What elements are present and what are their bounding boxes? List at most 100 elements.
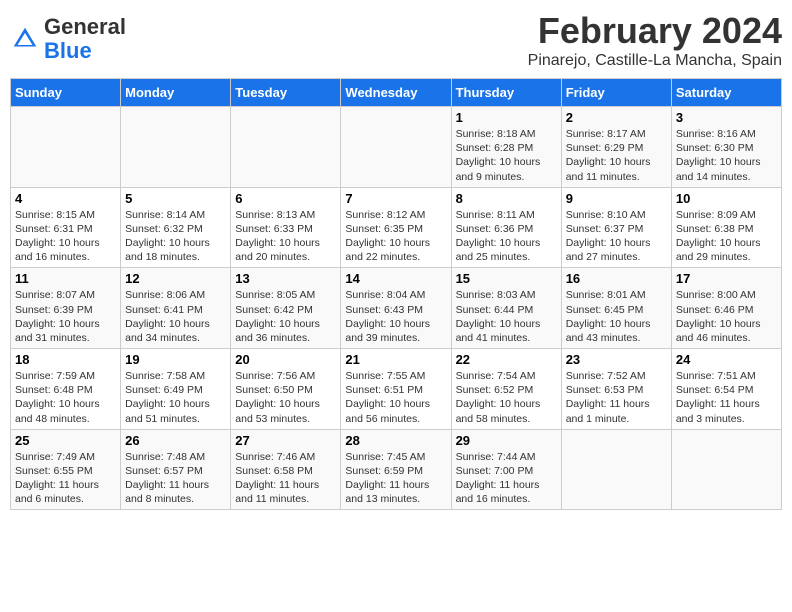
day-info: Sunrise: 7:45 AM Sunset: 6:59 PM Dayligh… xyxy=(345,450,446,507)
calendar-cell: 16 Sunrise: 8:01 AM Sunset: 6:45 PM Dayli… xyxy=(561,268,671,349)
calendar-cell: 19 Sunrise: 7:58 AM Sunset: 6:49 PM Dayli… xyxy=(121,349,231,430)
day-info: Sunrise: 8:15 AM Sunset: 6:31 PM Dayligh… xyxy=(15,208,116,265)
day-info: Sunrise: 8:17 AM Sunset: 6:29 PM Dayligh… xyxy=(566,127,667,184)
calendar-cell: 2 Sunrise: 8:17 AM Sunset: 6:29 PM Daylig… xyxy=(561,107,671,188)
title-area: February 2024 Pinarejo, Castille-La Manc… xyxy=(528,10,782,70)
calendar-cell xyxy=(561,429,671,510)
day-number: 9 xyxy=(566,191,667,206)
day-number: 2 xyxy=(566,110,667,125)
day-number: 3 xyxy=(676,110,777,125)
header-day-saturday: Saturday xyxy=(671,79,781,107)
calendar-cell: 9 Sunrise: 8:10 AM Sunset: 6:37 PM Daylig… xyxy=(561,187,671,268)
day-info: Sunrise: 7:55 AM Sunset: 6:51 PM Dayligh… xyxy=(345,369,446,426)
calendar-cell: 28 Sunrise: 7:45 AM Sunset: 6:59 PM Dayli… xyxy=(341,429,451,510)
calendar-cell: 8 Sunrise: 8:11 AM Sunset: 6:36 PM Daylig… xyxy=(451,187,561,268)
calendar-header: SundayMondayTuesdayWednesdayThursdayFrid… xyxy=(11,79,782,107)
day-number: 10 xyxy=(676,191,777,206)
day-number: 13 xyxy=(235,271,336,286)
day-info: Sunrise: 8:06 AM Sunset: 6:41 PM Dayligh… xyxy=(125,288,226,345)
header-day-sunday: Sunday xyxy=(11,79,121,107)
day-info: Sunrise: 8:01 AM Sunset: 6:45 PM Dayligh… xyxy=(566,288,667,345)
calendar-cell: 12 Sunrise: 8:06 AM Sunset: 6:41 PM Dayli… xyxy=(121,268,231,349)
day-number: 22 xyxy=(456,352,557,367)
calendar-cell: 18 Sunrise: 7:59 AM Sunset: 6:48 PM Dayli… xyxy=(11,349,121,430)
day-info: Sunrise: 7:51 AM Sunset: 6:54 PM Dayligh… xyxy=(676,369,777,426)
calendar-body: 1Sunrise: 8:18 AM Sunset: 6:28 PM Daylig… xyxy=(11,107,782,510)
calendar-cell xyxy=(231,107,341,188)
day-number: 24 xyxy=(676,352,777,367)
header-day-friday: Friday xyxy=(561,79,671,107)
day-info: Sunrise: 8:13 AM Sunset: 6:33 PM Dayligh… xyxy=(235,208,336,265)
header-day-thursday: Thursday xyxy=(451,79,561,107)
day-number: 18 xyxy=(15,352,116,367)
calendar-cell xyxy=(11,107,121,188)
day-number: 26 xyxy=(125,433,226,448)
day-number: 12 xyxy=(125,271,226,286)
day-info: Sunrise: 7:44 AM Sunset: 7:00 PM Dayligh… xyxy=(456,450,557,507)
calendar-cell: 20Sunrise: 7:56 AM Sunset: 6:50 PM Dayli… xyxy=(231,349,341,430)
week-row-5: 25 Sunrise: 7:49 AM Sunset: 6:55 PM Dayli… xyxy=(11,429,782,510)
day-info: Sunrise: 8:00 AM Sunset: 6:46 PM Dayligh… xyxy=(676,288,777,345)
location-title: Pinarejo, Castille-La Mancha, Spain xyxy=(528,52,782,70)
calendar-cell: 26Sunrise: 7:48 AM Sunset: 6:57 PM Dayli… xyxy=(121,429,231,510)
calendar-cell: 25 Sunrise: 7:49 AM Sunset: 6:55 PM Dayli… xyxy=(11,429,121,510)
day-number: 19 xyxy=(125,352,226,367)
calendar-cell: 11 Sunrise: 8:07 AM Sunset: 6:39 PM Dayli… xyxy=(11,268,121,349)
calendar-cell: 29 Sunrise: 7:44 AM Sunset: 7:00 PM Dayli… xyxy=(451,429,561,510)
week-row-3: 11 Sunrise: 8:07 AM Sunset: 6:39 PM Dayli… xyxy=(11,268,782,349)
calendar-cell: 10Sunrise: 8:09 AM Sunset: 6:38 PM Dayli… xyxy=(671,187,781,268)
month-title: February 2024 xyxy=(528,10,782,52)
day-info: Sunrise: 8:04 AM Sunset: 6:43 PM Dayligh… xyxy=(345,288,446,345)
day-info: Sunrise: 7:59 AM Sunset: 6:48 PM Dayligh… xyxy=(15,369,116,426)
day-info: Sunrise: 8:11 AM Sunset: 6:36 PM Dayligh… xyxy=(456,208,557,265)
calendar-cell: 6Sunrise: 8:13 AM Sunset: 6:33 PM Daylig… xyxy=(231,187,341,268)
calendar-table: SundayMondayTuesdayWednesdayThursdayFrid… xyxy=(10,78,782,510)
calendar-cell xyxy=(121,107,231,188)
day-number: 29 xyxy=(456,433,557,448)
calendar-cell: 21 Sunrise: 7:55 AM Sunset: 6:51 PM Dayli… xyxy=(341,349,451,430)
calendar-cell: 23 Sunrise: 7:52 AM Sunset: 6:53 PM Dayli… xyxy=(561,349,671,430)
calendar-cell: 27Sunrise: 7:46 AM Sunset: 6:58 PM Dayli… xyxy=(231,429,341,510)
day-info: Sunrise: 8:12 AM Sunset: 6:35 PM Dayligh… xyxy=(345,208,446,265)
day-number: 17 xyxy=(676,271,777,286)
day-info: Sunrise: 8:05 AM Sunset: 6:42 PM Dayligh… xyxy=(235,288,336,345)
calendar-cell: 4 Sunrise: 8:15 AM Sunset: 6:31 PM Daylig… xyxy=(11,187,121,268)
calendar-cell: 5 Sunrise: 8:14 AM Sunset: 6:32 PM Daylig… xyxy=(121,187,231,268)
day-number: 25 xyxy=(15,433,116,448)
day-number: 15 xyxy=(456,271,557,286)
day-info: Sunrise: 8:10 AM Sunset: 6:37 PM Dayligh… xyxy=(566,208,667,265)
calendar-cell: 22 Sunrise: 7:54 AM Sunset: 6:52 PM Dayli… xyxy=(451,349,561,430)
day-number: 8 xyxy=(456,191,557,206)
header-day-wednesday: Wednesday xyxy=(341,79,451,107)
calendar-cell: 17 Sunrise: 8:00 AM Sunset: 6:46 PM Dayli… xyxy=(671,268,781,349)
day-number: 21 xyxy=(345,352,446,367)
header-row: SundayMondayTuesdayWednesdayThursdayFrid… xyxy=(11,79,782,107)
day-info: Sunrise: 7:56 AM Sunset: 6:50 PM Dayligh… xyxy=(235,369,336,426)
day-info: Sunrise: 8:14 AM Sunset: 6:32 PM Dayligh… xyxy=(125,208,226,265)
day-info: Sunrise: 8:16 AM Sunset: 6:30 PM Dayligh… xyxy=(676,127,777,184)
day-number: 11 xyxy=(15,271,116,286)
calendar-cell: 15Sunrise: 8:03 AM Sunset: 6:44 PM Dayli… xyxy=(451,268,561,349)
calendar-cell: 7Sunrise: 8:12 AM Sunset: 6:35 PM Daylig… xyxy=(341,187,451,268)
week-row-2: 4 Sunrise: 8:15 AM Sunset: 6:31 PM Daylig… xyxy=(11,187,782,268)
week-row-4: 18 Sunrise: 7:59 AM Sunset: 6:48 PM Dayli… xyxy=(11,349,782,430)
calendar-cell: 14Sunrise: 8:04 AM Sunset: 6:43 PM Dayli… xyxy=(341,268,451,349)
day-number: 28 xyxy=(345,433,446,448)
generalblue-icon xyxy=(10,24,40,54)
day-info: Sunrise: 7:49 AM Sunset: 6:55 PM Dayligh… xyxy=(15,450,116,507)
day-number: 5 xyxy=(125,191,226,206)
header-day-tuesday: Tuesday xyxy=(231,79,341,107)
day-number: 16 xyxy=(566,271,667,286)
day-info: Sunrise: 8:07 AM Sunset: 6:39 PM Dayligh… xyxy=(15,288,116,345)
logo-general: General xyxy=(44,14,126,39)
day-info: Sunrise: 8:18 AM Sunset: 6:28 PM Dayligh… xyxy=(456,127,557,184)
day-number: 4 xyxy=(15,191,116,206)
day-info: Sunrise: 7:58 AM Sunset: 6:49 PM Dayligh… xyxy=(125,369,226,426)
day-info: Sunrise: 7:54 AM Sunset: 6:52 PM Dayligh… xyxy=(456,369,557,426)
day-number: 23 xyxy=(566,352,667,367)
week-row-1: 1Sunrise: 8:18 AM Sunset: 6:28 PM Daylig… xyxy=(11,107,782,188)
calendar-cell: 24 Sunrise: 7:51 AM Sunset: 6:54 PM Dayli… xyxy=(671,349,781,430)
day-info: Sunrise: 7:52 AM Sunset: 6:53 PM Dayligh… xyxy=(566,369,667,426)
day-info: Sunrise: 7:46 AM Sunset: 6:58 PM Dayligh… xyxy=(235,450,336,507)
calendar-cell: 1Sunrise: 8:18 AM Sunset: 6:28 PM Daylig… xyxy=(451,107,561,188)
